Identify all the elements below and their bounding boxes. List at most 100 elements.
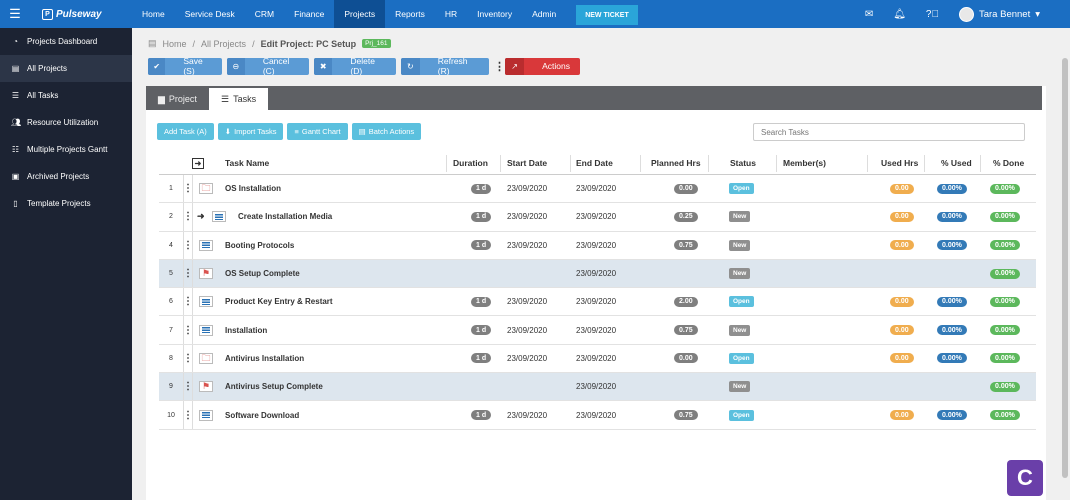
header-pct-used[interactable]: % Used: [941, 152, 972, 174]
batch-actions-button[interactable]: ▤ Batch Actions: [351, 123, 422, 140]
header-used-hrs[interactable]: Used Hrs: [881, 152, 918, 174]
table-row[interactable]: 6 ⋮ Product Key Entry & Restart 1 d 23/09/20…: [159, 288, 1036, 317]
chat-support-button[interactable]: C: [1007, 460, 1043, 496]
header-task-name[interactable]: Task Name: [225, 152, 269, 174]
end-date: 23/09/2020: [576, 410, 617, 420]
nav-reports[interactable]: Reports: [385, 0, 435, 28]
status-badge: Open: [729, 296, 754, 308]
duration-cell: 1 d: [471, 345, 492, 372]
row-options-icon[interactable]: ⋮: [183, 175, 193, 203]
task-name[interactable]: OS Installation: [225, 175, 281, 202]
table-row[interactable]: 4 ⋮ Booting Protocols 1 d 23/09/2020 23/09/20…: [159, 231, 1036, 260]
row-options-icon[interactable]: ⋮: [183, 203, 193, 231]
sidebar-item-label: Template Projects: [27, 199, 91, 208]
row-options-icon[interactable]: ⋮: [183, 288, 193, 316]
page-scrollbar[interactable]: [1060, 28, 1070, 500]
home-icon: ▤: [148, 38, 157, 48]
brand-logo[interactable]: P Pulseway: [30, 8, 132, 20]
delete-button[interactable]: ✖ Delete (D): [314, 57, 396, 75]
sidebar-item-archived-projects[interactable]: ▣ Archived Projects: [0, 163, 132, 190]
row-number: 2: [169, 213, 173, 221]
breadcrumb-home[interactable]: Home: [163, 39, 187, 49]
nav-projects[interactable]: Projects: [334, 0, 386, 28]
save-button[interactable]: ✔ Save (S): [148, 57, 222, 75]
task-type-cell: [210, 203, 228, 230]
bell-icon[interactable]: 🔔︎: [893, 9, 906, 20]
task-name[interactable]: Product Key Entry & Restart: [225, 288, 333, 315]
end-date: 23/09/2020: [576, 353, 617, 363]
row-options-icon[interactable]: ⋮: [183, 344, 193, 373]
breadcrumb-all-projects[interactable]: All Projects: [201, 39, 246, 49]
header-duration[interactable]: Duration: [453, 152, 488, 174]
sidebar-item-all-projects[interactable]: ▤ All Projects: [0, 55, 132, 82]
status-cell: New: [729, 316, 751, 343]
start-date: 23/09/2020: [507, 325, 548, 335]
cancel-button[interactable]: ⊖ Cancel (C): [227, 57, 309, 75]
table-row[interactable]: 9 ⋮ ⚑ Antivirus Setup Complete 23/09/2020 New…: [159, 373, 1036, 402]
nav-finance[interactable]: Finance: [284, 0, 334, 28]
row-options-icon[interactable]: ⋮: [183, 316, 193, 344]
tab-tasks[interactable]: ☰ Tasks: [209, 88, 269, 110]
more-options-icon[interactable]: ⋮: [494, 60, 505, 73]
nav-hr[interactable]: HR: [435, 0, 467, 28]
task-name[interactable]: Installation: [225, 316, 267, 343]
task-type-cell: ⚑: [197, 373, 215, 400]
sidebar-item-template-projects[interactable]: ▯ Template Projects: [0, 190, 132, 217]
status-cell: Open: [729, 288, 754, 315]
help-icon[interactable]: ?⃝: [926, 9, 939, 20]
header-start-date[interactable]: Start Date: [507, 152, 547, 174]
user-menu[interactable]: Tara Bennet ▾: [958, 6, 1040, 22]
new-ticket-button[interactable]: NEW TICKET: [576, 5, 638, 25]
sidebar-item-resource-utilization[interactable]: 👥︎ Resource Utilization: [0, 109, 132, 136]
pct-used-cell: 0.00%: [937, 288, 967, 315]
pct-done-badge: 0.00%: [990, 410, 1020, 421]
header-planned-hrs[interactable]: Planned Hrs: [651, 152, 701, 174]
mail-icon[interactable]: ✉: [865, 9, 873, 20]
nav-service-desk[interactable]: Service Desk: [175, 0, 245, 28]
task-name[interactable]: OS Setup Complete: [225, 260, 300, 287]
refresh-button[interactable]: ↻ Refresh (R): [401, 57, 489, 75]
task-name[interactable]: Antivirus Setup Complete: [225, 373, 323, 400]
header-pct-done[interactable]: % Done: [993, 152, 1024, 174]
task-name[interactable]: Create Installation Media: [238, 203, 332, 230]
header-status[interactable]: Status: [730, 152, 756, 174]
breadcrumb-current: Edit Project: PC Setup: [260, 38, 357, 49]
header-members[interactable]: Member(s): [783, 152, 826, 174]
status-cell: New: [729, 260, 751, 287]
table-row[interactable]: 8 ⋮ 🗀︎ Antivirus Installation 1 d 23/09/2020 2…: [159, 344, 1036, 374]
row-options-icon[interactable]: ⋮: [183, 373, 193, 401]
table-row[interactable]: 2 ⋮ ➜ Create Installation Media 1 d 23/09/202…: [159, 203, 1036, 232]
sidebar-item-multiple-projects-gantt[interactable]: ☷ Multiple Projects Gantt: [0, 136, 132, 163]
row-number: 8: [169, 354, 173, 362]
row-options-icon[interactable]: ⋮: [183, 259, 193, 288]
tasks-icon: ☰: [221, 93, 230, 104]
task-name[interactable]: Antivirus Installation: [225, 345, 304, 372]
nav-admin[interactable]: Admin: [522, 0, 566, 28]
actions-button[interactable]: ↗ Actions: [505, 57, 580, 75]
table-row[interactable]: 10 ⋮ Software Download 1 d 23/09/2020 23/09/2…: [159, 401, 1036, 430]
tab-project[interactable]: ▆ Project: [146, 88, 209, 110]
nav-home[interactable]: Home: [132, 0, 175, 28]
task-name[interactable]: Software Download: [225, 401, 299, 428]
table-row[interactable]: 5 ⋮ ⚑ OS Setup Complete 23/09/2020 New 0.00%: [159, 259, 1036, 289]
pct-done-badge: 0.00%: [990, 325, 1020, 336]
duration-cell: 1 d: [471, 175, 492, 202]
task-name[interactable]: Booting Protocols: [225, 232, 294, 259]
sidebar-item-all-tasks[interactable]: ☰ All Tasks: [0, 82, 132, 109]
task-action-buttons: Add Task (A) ⬇ Import Tasks ≡ Gantt Char…: [157, 123, 422, 140]
import-tasks-button[interactable]: ⬇ Import Tasks: [217, 123, 284, 140]
sidebar-item-projects-dashboard[interactable]: ◔ Projects Dashboard: [0, 28, 132, 55]
menu-icon[interactable]: ☰: [0, 0, 30, 28]
nav-crm[interactable]: CRM: [245, 0, 284, 28]
row-options-icon[interactable]: ⋮: [183, 231, 193, 259]
scroll-thumb[interactable]: [1062, 58, 1068, 478]
expand-all-icon[interactable]: ➜: [192, 157, 204, 169]
nav-inventory[interactable]: Inventory: [467, 0, 522, 28]
row-options-icon[interactable]: ⋮: [183, 401, 193, 429]
add-task-button[interactable]: Add Task (A): [157, 123, 214, 140]
table-row[interactable]: 1 ⋮ 🗀︎ OS Installation 1 d 23/09/2020 23/09/20…: [159, 175, 1036, 204]
search-tasks-input[interactable]: [753, 123, 1025, 141]
table-row[interactable]: 7 ⋮ Installation 1 d 23/09/2020 23/09/2020 0.7…: [159, 316, 1036, 345]
gantt-chart-button[interactable]: ≡ Gantt Chart: [287, 123, 348, 140]
header-end-date[interactable]: End Date: [576, 152, 613, 174]
